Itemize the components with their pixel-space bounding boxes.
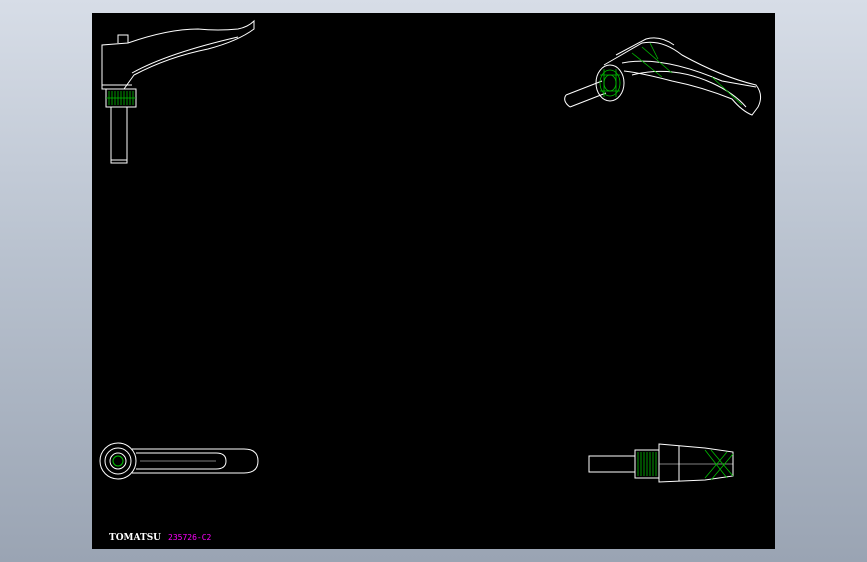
- end-view-drawing: [588, 443, 734, 483]
- iso-view-lever-top: [615, 37, 675, 56]
- top-view-drawing: [99, 442, 259, 480]
- iso-view-hub-knurl: [599, 69, 621, 97]
- iso-view-lever-outline: [603, 41, 762, 116]
- side-view-drawing: [101, 19, 255, 164]
- part-number-label: 235726-C2: [168, 533, 212, 542]
- isometric-view-drawing: [564, 37, 762, 116]
- side-view-lever-outline: [101, 19, 255, 90]
- top-view-hub-middle: [104, 447, 132, 475]
- top-view-bore: [112, 455, 124, 467]
- end-view-shaft: [588, 455, 636, 473]
- drawing-canvas: TOMATSU 235726-C2: [92, 13, 775, 549]
- side-view-knurl: [106, 91, 136, 105]
- end-view-knurl: [637, 452, 657, 476]
- side-view-shaft: [110, 106, 128, 164]
- side-view-lever-top-edge: [117, 34, 129, 43]
- end-view-hatch: [704, 449, 734, 481]
- top-view-hub-inner: [109, 452, 127, 470]
- brand-label: TOMATSU: [109, 533, 162, 543]
